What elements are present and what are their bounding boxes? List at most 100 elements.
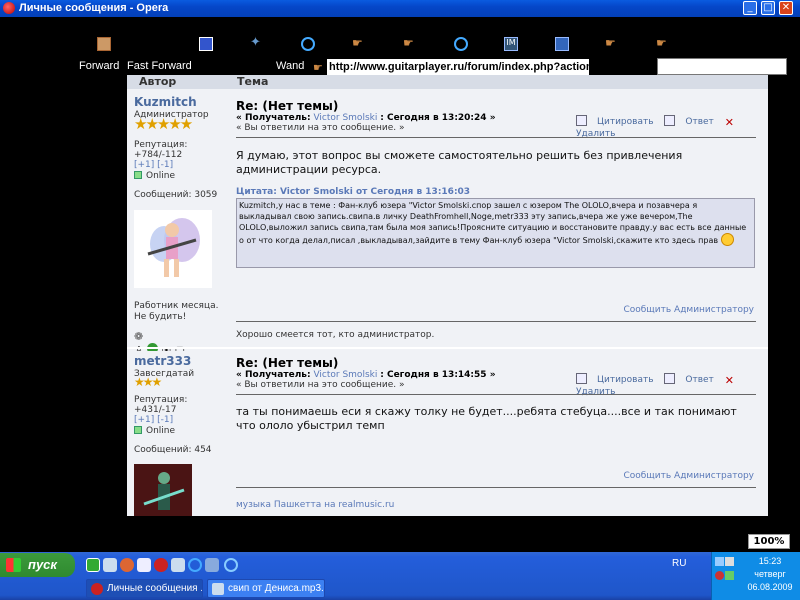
taskbar: пуск Личные сообщения ... свип от Дениса…	[0, 552, 800, 600]
start-button[interactable]: пуск	[0, 553, 75, 577]
online-icon	[134, 171, 142, 179]
quicklaunch-icon-2[interactable]	[103, 558, 117, 572]
zoom-level[interactable]: 100%	[748, 534, 790, 549]
quicklaunch-icon-9[interactable]	[224, 558, 238, 572]
rank-stars: ★★★★★	[134, 115, 193, 133]
hand-icon-4[interactable]: ☛	[656, 37, 670, 51]
tray-icon-1[interactable]	[715, 557, 724, 566]
opera-logo-icon	[3, 2, 15, 14]
task-opera[interactable]: Личные сообщения ...	[86, 579, 203, 598]
window-title: Личные сообщения - Opera	[19, 2, 169, 14]
hand-icon-3[interactable]: ☛	[605, 37, 619, 51]
quote-icon	[576, 115, 587, 126]
post-title: Re: (Нет темы)	[236, 99, 339, 113]
signature-divider	[236, 487, 756, 488]
task-opera-label: Личные сообщения ...	[107, 583, 203, 594]
window-titlebar: Личные сообщения - Opera _ □ ✕	[0, 0, 800, 17]
quote-caption[interactable]: Цитата: Victor Smolski от Сегодня в 13:1…	[236, 187, 470, 197]
post-time: : Сегодня в 13:14:55 »	[380, 370, 496, 380]
address-bar[interactable]: http://www.guitarplayer.ru/forum/index.p…	[327, 59, 589, 76]
message-count: Сообщений: 454	[134, 445, 212, 455]
search-input[interactable]	[657, 58, 787, 75]
quicklaunch-icon-1[interactable]	[86, 558, 100, 572]
reply-label: Ответ	[685, 117, 714, 127]
post-time: : Сегодня в 13:20:24 »	[380, 113, 496, 123]
fast-forward-button[interactable]: Fast Forward	[127, 60, 192, 72]
signature-link[interactable]: музыка Пашкетта на realmusic.ru	[236, 500, 394, 510]
post-author[interactable]: Kuzmitch	[134, 95, 197, 109]
at-icon[interactable]	[301, 37, 315, 51]
online-label: Online	[146, 171, 176, 181]
quicklaunch-opera-icon[interactable]	[154, 558, 168, 572]
reply-button[interactable]: Ответ	[664, 115, 714, 127]
table-header: Автор Тема	[127, 75, 768, 89]
post-meta: « Получатель: Victor Smolski : Сегодня в…	[236, 370, 496, 380]
online-icon	[134, 426, 142, 434]
replied-note: « Вы ответили на это сообщение. »	[236, 123, 405, 133]
hand-icon-2[interactable]: ☛	[403, 37, 417, 51]
avatar	[134, 464, 192, 516]
im-icon[interactable]: IM	[504, 37, 518, 51]
smiley-icon	[720, 233, 734, 246]
window-icon[interactable]	[555, 37, 569, 51]
maximize-button[interactable]: □	[761, 1, 775, 15]
close-button[interactable]: ✕	[779, 1, 793, 15]
tray-icon-4[interactable]	[725, 571, 734, 580]
topic-column-header: Тема	[237, 75, 269, 88]
divider	[236, 137, 756, 138]
quote-label: Цитировать	[597, 117, 654, 127]
recipient-link[interactable]: Victor Smolski	[313, 113, 377, 123]
reputation-label: Репутация:	[134, 140, 188, 150]
language-indicator[interactable]: RU	[672, 558, 686, 569]
opera-icon	[91, 583, 103, 595]
forward-icon[interactable]	[97, 37, 111, 51]
quote-text: Kuzmitch,у нас в теме : Фан-клуб юзера "…	[239, 201, 747, 245]
recipient-link[interactable]: Victor Smolski	[313, 370, 377, 380]
at-icon-2[interactable]	[454, 37, 468, 51]
post-body: та ты понимаешь еси я скажу толку не буд…	[236, 405, 737, 432]
delete-icon: ✕	[724, 116, 734, 129]
gear-icon[interactable]: ❁	[134, 330, 143, 343]
online-status: Online	[134, 426, 175, 436]
report-admin-link[interactable]: Сообщить Администратору	[623, 305, 754, 315]
recipient-label: « Получатель:	[236, 370, 311, 380]
recipient-label: « Получатель:	[236, 113, 311, 123]
system-tray: 15:23 четверг 06.08.2009	[711, 552, 800, 600]
forward-button[interactable]: Forward	[79, 60, 119, 72]
quicklaunch-icon-4[interactable]	[137, 558, 151, 572]
wand-button[interactable]: Wand	[276, 60, 304, 72]
quicklaunch-firefox-icon[interactable]	[120, 558, 134, 572]
report-admin-link[interactable]: Сообщить Администратору	[623, 471, 754, 481]
hand-icon[interactable]: ☛	[352, 37, 366, 51]
quicklaunch-icon-6[interactable]	[171, 558, 185, 572]
delete-icon: ✕	[724, 374, 734, 387]
reputation-label: Репутация:	[134, 395, 188, 405]
task-mp3[interactable]: свип от Дениса.mp3...	[207, 579, 325, 598]
reputation-links[interactable]: [+1] [-1]	[134, 415, 173, 425]
task-mp3-label: свип от Дениса.mp3...	[228, 583, 325, 594]
clock-day: четверг	[754, 569, 786, 579]
replied-note: « Вы ответили на это сообщение. »	[236, 380, 405, 390]
reply-icon	[664, 115, 676, 126]
clock-time[interactable]: 15:23	[740, 556, 800, 566]
quote-button[interactable]: Цитировать	[576, 115, 654, 127]
tray-icon-3[interactable]	[715, 571, 724, 580]
reputation-links[interactable]: [+1] [-1]	[134, 160, 173, 170]
reply-button[interactable]: Ответ	[664, 373, 714, 385]
avatar	[134, 210, 212, 288]
puzzle-icon[interactable]: ✦	[250, 36, 264, 51]
quicklaunch-icon-8[interactable]	[205, 558, 219, 572]
post-author[interactable]: metr333	[134, 354, 191, 368]
save-icon[interactable]	[199, 37, 213, 51]
rank-stars: ★★★	[134, 375, 162, 389]
quote-icon	[576, 373, 587, 384]
tray-icon-2[interactable]	[725, 557, 734, 566]
minimize-button[interactable]: _	[743, 1, 757, 15]
quote-label: Цитировать	[597, 375, 654, 385]
windows-flag-icon	[6, 558, 21, 572]
quicklaunch-icon-7[interactable]	[188, 558, 202, 572]
quote-button[interactable]: Цитировать	[576, 373, 654, 385]
message-count: Сообщений: 3059	[134, 190, 218, 200]
media-icon	[212, 583, 224, 595]
reply-label: Ответ	[685, 375, 714, 385]
